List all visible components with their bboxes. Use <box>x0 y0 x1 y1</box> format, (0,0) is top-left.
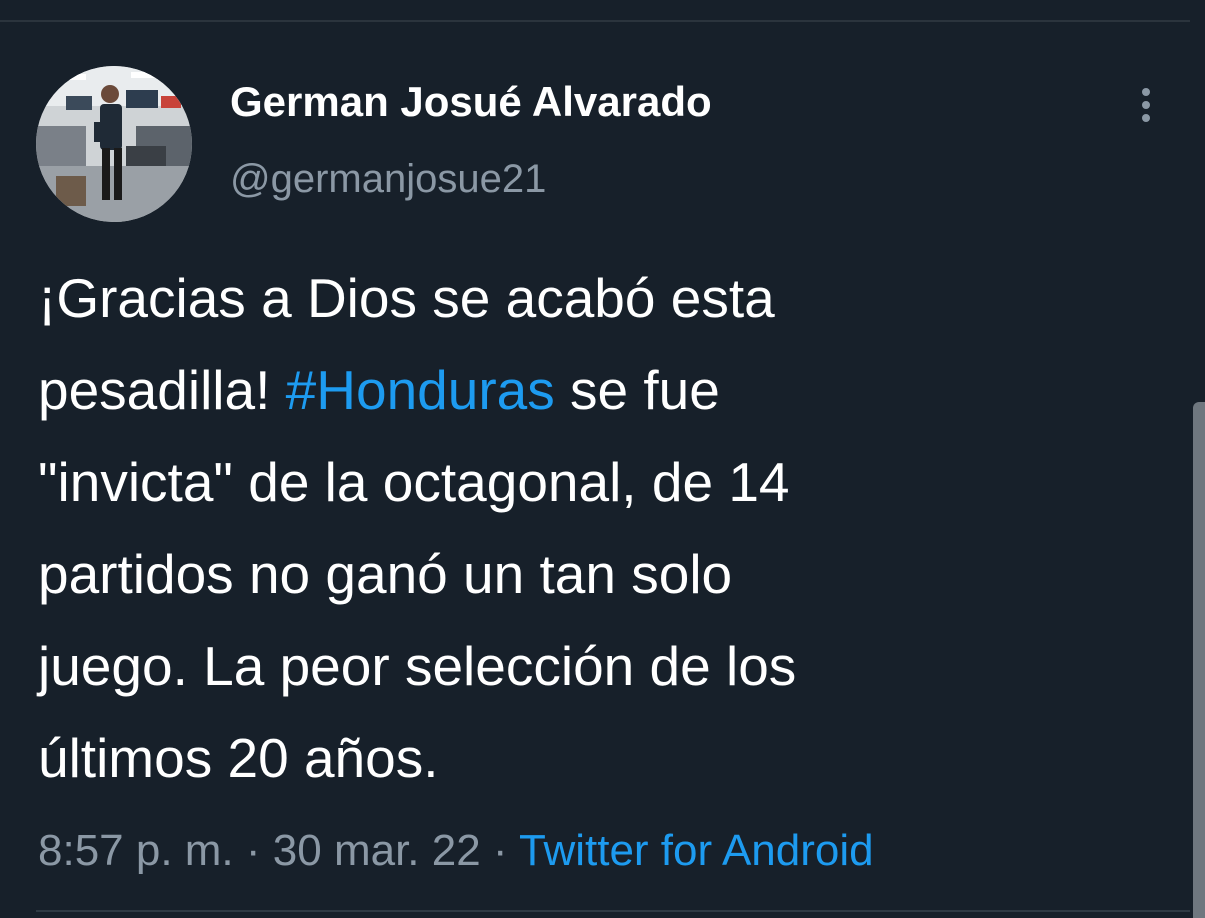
text-segment: pesadilla! <box>38 359 286 421</box>
more-options-button[interactable] <box>1128 84 1164 128</box>
text-segment: últimos 20 años. <box>38 727 439 789</box>
text-segment: ¡Gracias a Dios se acabó esta <box>38 267 775 329</box>
tweet-text-line: partidos no ganó un tan solo <box>38 528 1118 620</box>
tweet-text-line: pesadilla! #Honduras se fue <box>38 344 1118 436</box>
text-segment: partidos no ganó un tan solo <box>38 543 733 605</box>
top-divider <box>0 20 1205 22</box>
hashtag-link[interactable]: #Honduras <box>286 359 555 421</box>
bottom-divider <box>36 910 1205 912</box>
text-segment: "invicta" de la octagonal, de 14 <box>38 451 790 513</box>
tweet-text-line: "invicta" de la octagonal, de 14 <box>38 436 1118 528</box>
meta-separator: · <box>480 826 519 875</box>
text-segment: juego. La peor selección de los <box>38 635 797 697</box>
tweet-date[interactable]: 30 mar. 22 <box>273 826 481 875</box>
author-handle[interactable]: @germanjosue21 <box>230 155 546 203</box>
tweet-text-line: juego. La peor selección de los <box>38 620 1118 712</box>
tweet-text: ¡Gracias a Dios se acabó esta pesadilla!… <box>38 252 1118 804</box>
avatar-photo <box>36 66 192 222</box>
tweet-meta: 8:57 p. m. · 30 mar. 22 · Twitter for An… <box>38 823 874 879</box>
tweet-text-line: últimos 20 años. <box>38 712 1118 804</box>
more-vertical-icon <box>1142 88 1150 122</box>
avatar[interactable] <box>36 66 192 222</box>
tweet-source-link[interactable]: Twitter for Android <box>519 826 874 875</box>
tweet-time[interactable]: 8:57 p. m. <box>38 826 234 875</box>
meta-separator: · <box>233 826 273 875</box>
text-segment: se fue <box>554 359 720 421</box>
scrollbar-thumb[interactable] <box>1193 402 1205 918</box>
tweet-text-line: ¡Gracias a Dios se acabó esta <box>38 252 1118 344</box>
author-display-name[interactable]: German Josué Alvarado <box>230 78 712 126</box>
